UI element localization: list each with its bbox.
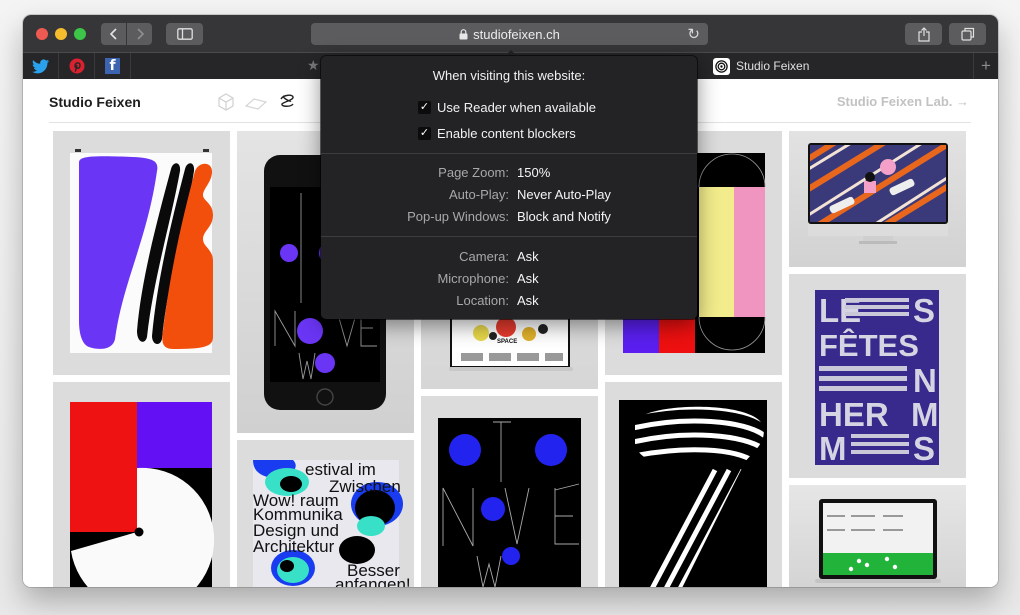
favorite-twitter[interactable]: [23, 53, 59, 79]
browser-toolbar: studiofeixen.ch ↻: [23, 15, 998, 53]
lab-link[interactable]: Studio Feixen Lab. →: [837, 94, 969, 109]
lock-icon: [459, 28, 468, 39]
svg-text:anfangen!: anfangen!: [335, 575, 411, 587]
popover-divider: [321, 153, 697, 154]
festival-poster-image: estival im Zwischen Wow! raum Kommunika …: [253, 460, 411, 587]
hermes-line-4: HER: [819, 396, 889, 433]
camera-value[interactable]: Ask: [517, 249, 539, 264]
reload-icon[interactable]: ↻: [687, 25, 700, 43]
poster-festival-zwischenraum[interactable]: estival im Zwischen Wow! raum Kommunika …: [237, 440, 414, 587]
poster-les-fetes-en-hermes[interactable]: LE S FÊTES N HER M M S: [789, 274, 966, 478]
plane-icon[interactable]: [245, 97, 267, 111]
hermes-line-1: LE: [819, 292, 861, 329]
content-blockers-label: Enable content blockers: [437, 126, 576, 141]
close-window-button[interactable]: [36, 28, 48, 40]
favorite-facebook[interactable]: f: [95, 53, 131, 79]
location-value[interactable]: Ask: [517, 293, 539, 308]
use-reader-checkbox[interactable]: ✓: [418, 101, 431, 114]
coil-icon[interactable]: [278, 93, 296, 111]
november-poster-image: [438, 418, 581, 587]
share-icon: [917, 26, 930, 42]
popup-windows-label: Pop-up Windows:: [407, 209, 509, 224]
facebook-icon: f: [105, 58, 120, 74]
page-zoom-value[interactable]: 150%: [517, 165, 550, 180]
location-label: Location:: [456, 293, 509, 308]
site-favicon-icon: [713, 57, 730, 75]
poster-striped-seven[interactable]: [605, 382, 782, 587]
twitter-icon: [31, 58, 49, 73]
page-zoom-label: Page Zoom:: [438, 165, 509, 180]
poster-november-blue-dots[interactable]: [421, 396, 598, 587]
laptop-green-image: [815, 499, 941, 583]
popover-divider: [321, 236, 697, 237]
pinterest-icon: [69, 58, 84, 74]
imac-striped-illustration[interactable]: [789, 131, 966, 267]
laptop-green-site[interactable]: [789, 485, 966, 587]
auto-play-label: Auto-Play:: [449, 187, 509, 202]
content-blockers-checkbox[interactable]: ✓: [418, 127, 431, 140]
minimize-window-button[interactable]: [55, 28, 67, 40]
page-zoom-row[interactable]: Page Zoom: 150%: [321, 165, 697, 180]
popup-windows-value[interactable]: Block and Notify: [517, 209, 611, 224]
forward-button[interactable]: [127, 23, 152, 45]
svg-text:M: M: [819, 430, 847, 467]
tabs-overview-icon: [960, 27, 974, 41]
favorite-pinterest[interactable]: [59, 53, 95, 79]
hermes-line-2: FÊTES: [819, 327, 919, 363]
svg-text:Zwischen: Zwischen: [329, 477, 401, 496]
seven-poster-image: [619, 400, 767, 587]
use-reader-checkbox-row[interactable]: ✓ Use Reader when available: [418, 100, 596, 115]
chevron-left-icon: [109, 28, 117, 40]
microphone-label: Microphone:: [437, 271, 509, 286]
svg-text:S: S: [913, 292, 935, 329]
laptop-caption: SPACE: [497, 339, 518, 345]
microphone-row[interactable]: Microphone: Ask: [321, 271, 697, 286]
address-bar[interactable]: studiofeixen.ch ↻: [311, 23, 708, 45]
new-tab-button[interactable]: +: [973, 53, 998, 79]
content-blockers-checkbox-row[interactable]: ✓ Enable content blockers: [418, 126, 576, 141]
sidebar-toggle-button[interactable]: [166, 23, 203, 45]
svg-text:N: N: [913, 362, 937, 399]
blob-poster-image: [70, 149, 213, 353]
svg-text:Architektur: Architektur: [253, 537, 335, 556]
tab-studio-feixen[interactable]: Studio Feixen: [713, 53, 971, 79]
tab-overview-button[interactable]: [949, 23, 986, 45]
share-button[interactable]: [905, 23, 942, 45]
popover-title: When visiting this website:: [432, 68, 586, 83]
poster-red-violet-circle[interactable]: [53, 382, 230, 587]
address-text: studiofeixen.ch: [473, 26, 560, 42]
site-brand[interactable]: Studio Feixen: [49, 94, 141, 110]
back-button[interactable]: [101, 23, 126, 45]
use-reader-label: Use Reader when available: [437, 100, 596, 115]
camera-row[interactable]: Camera: Ask: [321, 249, 697, 264]
star-icon[interactable]: ★: [307, 57, 320, 74]
website-settings-popover: When visiting this website: ✓ Use Reader…: [321, 56, 697, 319]
popup-windows-row[interactable]: Pop-up Windows: Block and Notify: [321, 209, 697, 224]
imac-image: [808, 143, 948, 244]
location-row[interactable]: Location: Ask: [321, 293, 697, 308]
tab-title: Studio Feixen: [736, 59, 810, 73]
camera-label: Camera:: [459, 249, 509, 264]
poster-blob-shapes[interactable]: [53, 131, 230, 375]
svg-text:S: S: [913, 430, 935, 467]
svg-text:M: M: [911, 396, 939, 433]
auto-play-value[interactable]: Never Auto-Play: [517, 187, 611, 202]
chevron-right-icon: [136, 28, 144, 40]
zoom-window-button[interactable]: [74, 28, 86, 40]
cube-icon[interactable]: [217, 93, 235, 111]
circle-poster-image: [70, 402, 215, 587]
hermes-poster-image: LE S FÊTES N HER M M S: [815, 290, 939, 467]
auto-play-row[interactable]: Auto-Play: Never Auto-Play: [321, 187, 697, 202]
sidebar-icon: [176, 28, 193, 40]
microphone-value[interactable]: Ask: [517, 271, 539, 286]
